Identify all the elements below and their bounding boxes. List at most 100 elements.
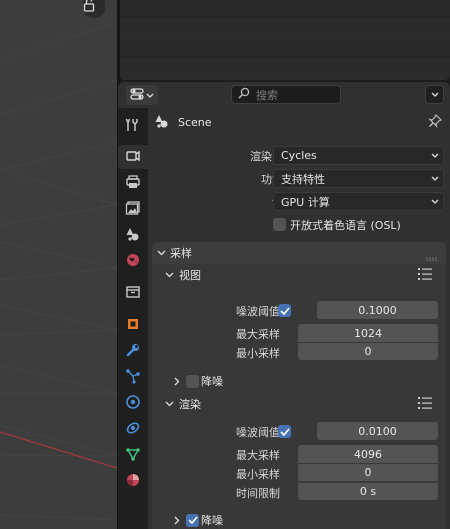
r-denoise-subpanel-header[interactable]: 降噪 bbox=[170, 509, 448, 529]
r-time-limit-value: 0 s bbox=[359, 485, 377, 498]
editor-type-button[interactable] bbox=[126, 85, 158, 105]
render-engine-dropdown[interactable]: Cycles bbox=[273, 146, 444, 165]
particles-icon bbox=[125, 368, 141, 387]
outliner-row bbox=[120, 0, 450, 20]
properties-header: 搜索 bbox=[118, 82, 450, 106]
feature-set-row: 功能集 支持特性 bbox=[148, 169, 450, 188]
feature-set-value: 支持特性 bbox=[281, 172, 325, 186]
tab-data[interactable] bbox=[121, 443, 145, 467]
r-max-samples-field[interactable]: 4096 bbox=[298, 445, 438, 463]
drag-handle-icon[interactable] bbox=[426, 251, 438, 264]
tab-output[interactable] bbox=[121, 171, 145, 195]
properties-editor-icon bbox=[130, 87, 144, 104]
chevron-down-icon bbox=[431, 149, 439, 162]
r-noise-threshold-label: 噪波阈值 bbox=[236, 426, 280, 439]
vp-max-samples-field[interactable]: 1024 bbox=[298, 324, 438, 342]
r-min-samples-value: 0 bbox=[364, 466, 372, 479]
pin-icon bbox=[428, 113, 443, 131]
vp-denoise-label: 降噪 bbox=[201, 375, 223, 388]
scene-icon bbox=[125, 226, 141, 245]
osl-checkbox[interactable] bbox=[273, 218, 286, 231]
r-denoise-checkbox[interactable] bbox=[186, 513, 199, 527]
vp-denoise-subpanel-header[interactable]: 降噪 bbox=[170, 370, 448, 392]
tab-world[interactable] bbox=[121, 249, 145, 273]
render-engine-row: 渲染引擎 Cycles bbox=[148, 146, 450, 165]
render-subpanel-header[interactable]: 渲染 bbox=[162, 393, 440, 415]
vp-min-samples-label: 最小采样 bbox=[236, 347, 280, 360]
x-axis-line bbox=[0, 431, 117, 469]
tab-physics[interactable] bbox=[121, 391, 145, 415]
chevron-right-icon bbox=[170, 516, 184, 525]
properties-tabs bbox=[118, 108, 148, 529]
pin-button[interactable] bbox=[428, 113, 443, 131]
r-time-limit-label: 时间限制 bbox=[236, 487, 280, 500]
options-dropdown[interactable] bbox=[425, 85, 444, 104]
render-engine-value: Cycles bbox=[281, 149, 317, 162]
r-noise-threshold-field[interactable]: 0.0100 bbox=[317, 422, 438, 440]
device-dropdown[interactable]: GPU 计算 bbox=[273, 192, 444, 211]
vp-max-samples-value: 1024 bbox=[354, 326, 382, 340]
tab-collection[interactable] bbox=[121, 281, 145, 305]
collection-box-icon bbox=[125, 284, 141, 303]
viewport-title: 视图 bbox=[179, 269, 201, 282]
image-icon bbox=[125, 200, 141, 219]
vp-noise-threshold-field[interactable]: 0.1000 bbox=[317, 301, 438, 319]
tab-modifiers[interactable] bbox=[121, 339, 145, 363]
vp-denoise-checkbox[interactable] bbox=[186, 374, 199, 388]
tab-constraints[interactable] bbox=[121, 417, 145, 441]
chevron-down-icon bbox=[154, 250, 168, 256]
lock-camera-button[interactable] bbox=[83, 0, 105, 18]
preset-list-icon[interactable] bbox=[418, 268, 432, 283]
render-title: 渲染 bbox=[179, 398, 201, 411]
tab-particles[interactable] bbox=[121, 365, 145, 389]
r-min-samples-field[interactable]: 0 bbox=[298, 463, 438, 481]
chevron-down-icon bbox=[431, 172, 439, 185]
wrench-icon bbox=[125, 342, 141, 361]
viewport-subpanel-header[interactable]: 视图 bbox=[162, 264, 440, 286]
tab-render[interactable] bbox=[118, 145, 148, 169]
chevron-down-icon bbox=[431, 88, 439, 101]
osl-row[interactable]: 开放式着色语言 (OSL) bbox=[273, 215, 401, 234]
r-time-limit-field[interactable]: 0 s bbox=[298, 482, 438, 500]
device-row: 设备 GPU 计算 bbox=[148, 192, 450, 211]
vp-noise-threshold-checkbox[interactable] bbox=[278, 304, 291, 317]
vp-min-samples-field[interactable]: 0 bbox=[298, 342, 438, 360]
tab-view-layer[interactable] bbox=[121, 197, 145, 221]
outliner-row bbox=[120, 40, 450, 60]
r-max-samples-value: 4096 bbox=[354, 447, 382, 461]
r-noise-threshold-value: 0.0100 bbox=[358, 424, 397, 438]
context-path: Scene bbox=[154, 112, 212, 132]
tab-object[interactable] bbox=[121, 313, 145, 337]
preset-list-icon[interactable] bbox=[418, 397, 432, 412]
printer-icon bbox=[125, 174, 141, 193]
r-noise-threshold-checkbox[interactable] bbox=[278, 425, 291, 438]
tab-material[interactable] bbox=[121, 469, 145, 493]
search-input[interactable]: 搜索 bbox=[231, 85, 341, 104]
sampling-panel-header[interactable]: 采样 bbox=[152, 242, 446, 264]
sampling-panel-body: 视图 噪波阈值 0.1000 最大采样 1024 最小采样 0 降噪 渲染 噪波… bbox=[152, 264, 446, 529]
tool-icon bbox=[125, 117, 141, 136]
tab-tool[interactable] bbox=[121, 114, 145, 138]
camera-back-icon bbox=[125, 148, 141, 167]
3d-viewport[interactable] bbox=[0, 0, 117, 529]
outliner-row bbox=[120, 60, 450, 80]
sampling-title: 采样 bbox=[170, 247, 192, 260]
feature-set-dropdown[interactable]: 支持特性 bbox=[273, 169, 444, 188]
r-max-samples-label: 最大采样 bbox=[236, 449, 280, 462]
vp-noise-threshold-label: 噪波阈值 bbox=[236, 305, 280, 318]
viewport-grid bbox=[0, 0, 117, 521]
context-label: Scene bbox=[178, 115, 212, 129]
osl-label: 开放式着色语言 (OSL) bbox=[290, 218, 401, 232]
physics-orbit-icon bbox=[125, 394, 141, 413]
world-icon bbox=[125, 252, 141, 271]
tab-scene[interactable] bbox=[121, 223, 145, 247]
device-value: GPU 计算 bbox=[281, 195, 330, 209]
outliner-area[interactable] bbox=[120, 0, 450, 80]
r-min-samples-label: 最小采样 bbox=[236, 468, 280, 481]
material-sphere-icon bbox=[125, 472, 141, 491]
constraint-icon bbox=[125, 420, 141, 439]
vp-max-samples-label: 最大采样 bbox=[236, 328, 280, 341]
vp-min-samples-value: 0 bbox=[364, 345, 372, 358]
vp-noise-threshold-value: 0.1000 bbox=[358, 303, 397, 317]
chevron-down-icon bbox=[431, 195, 439, 208]
